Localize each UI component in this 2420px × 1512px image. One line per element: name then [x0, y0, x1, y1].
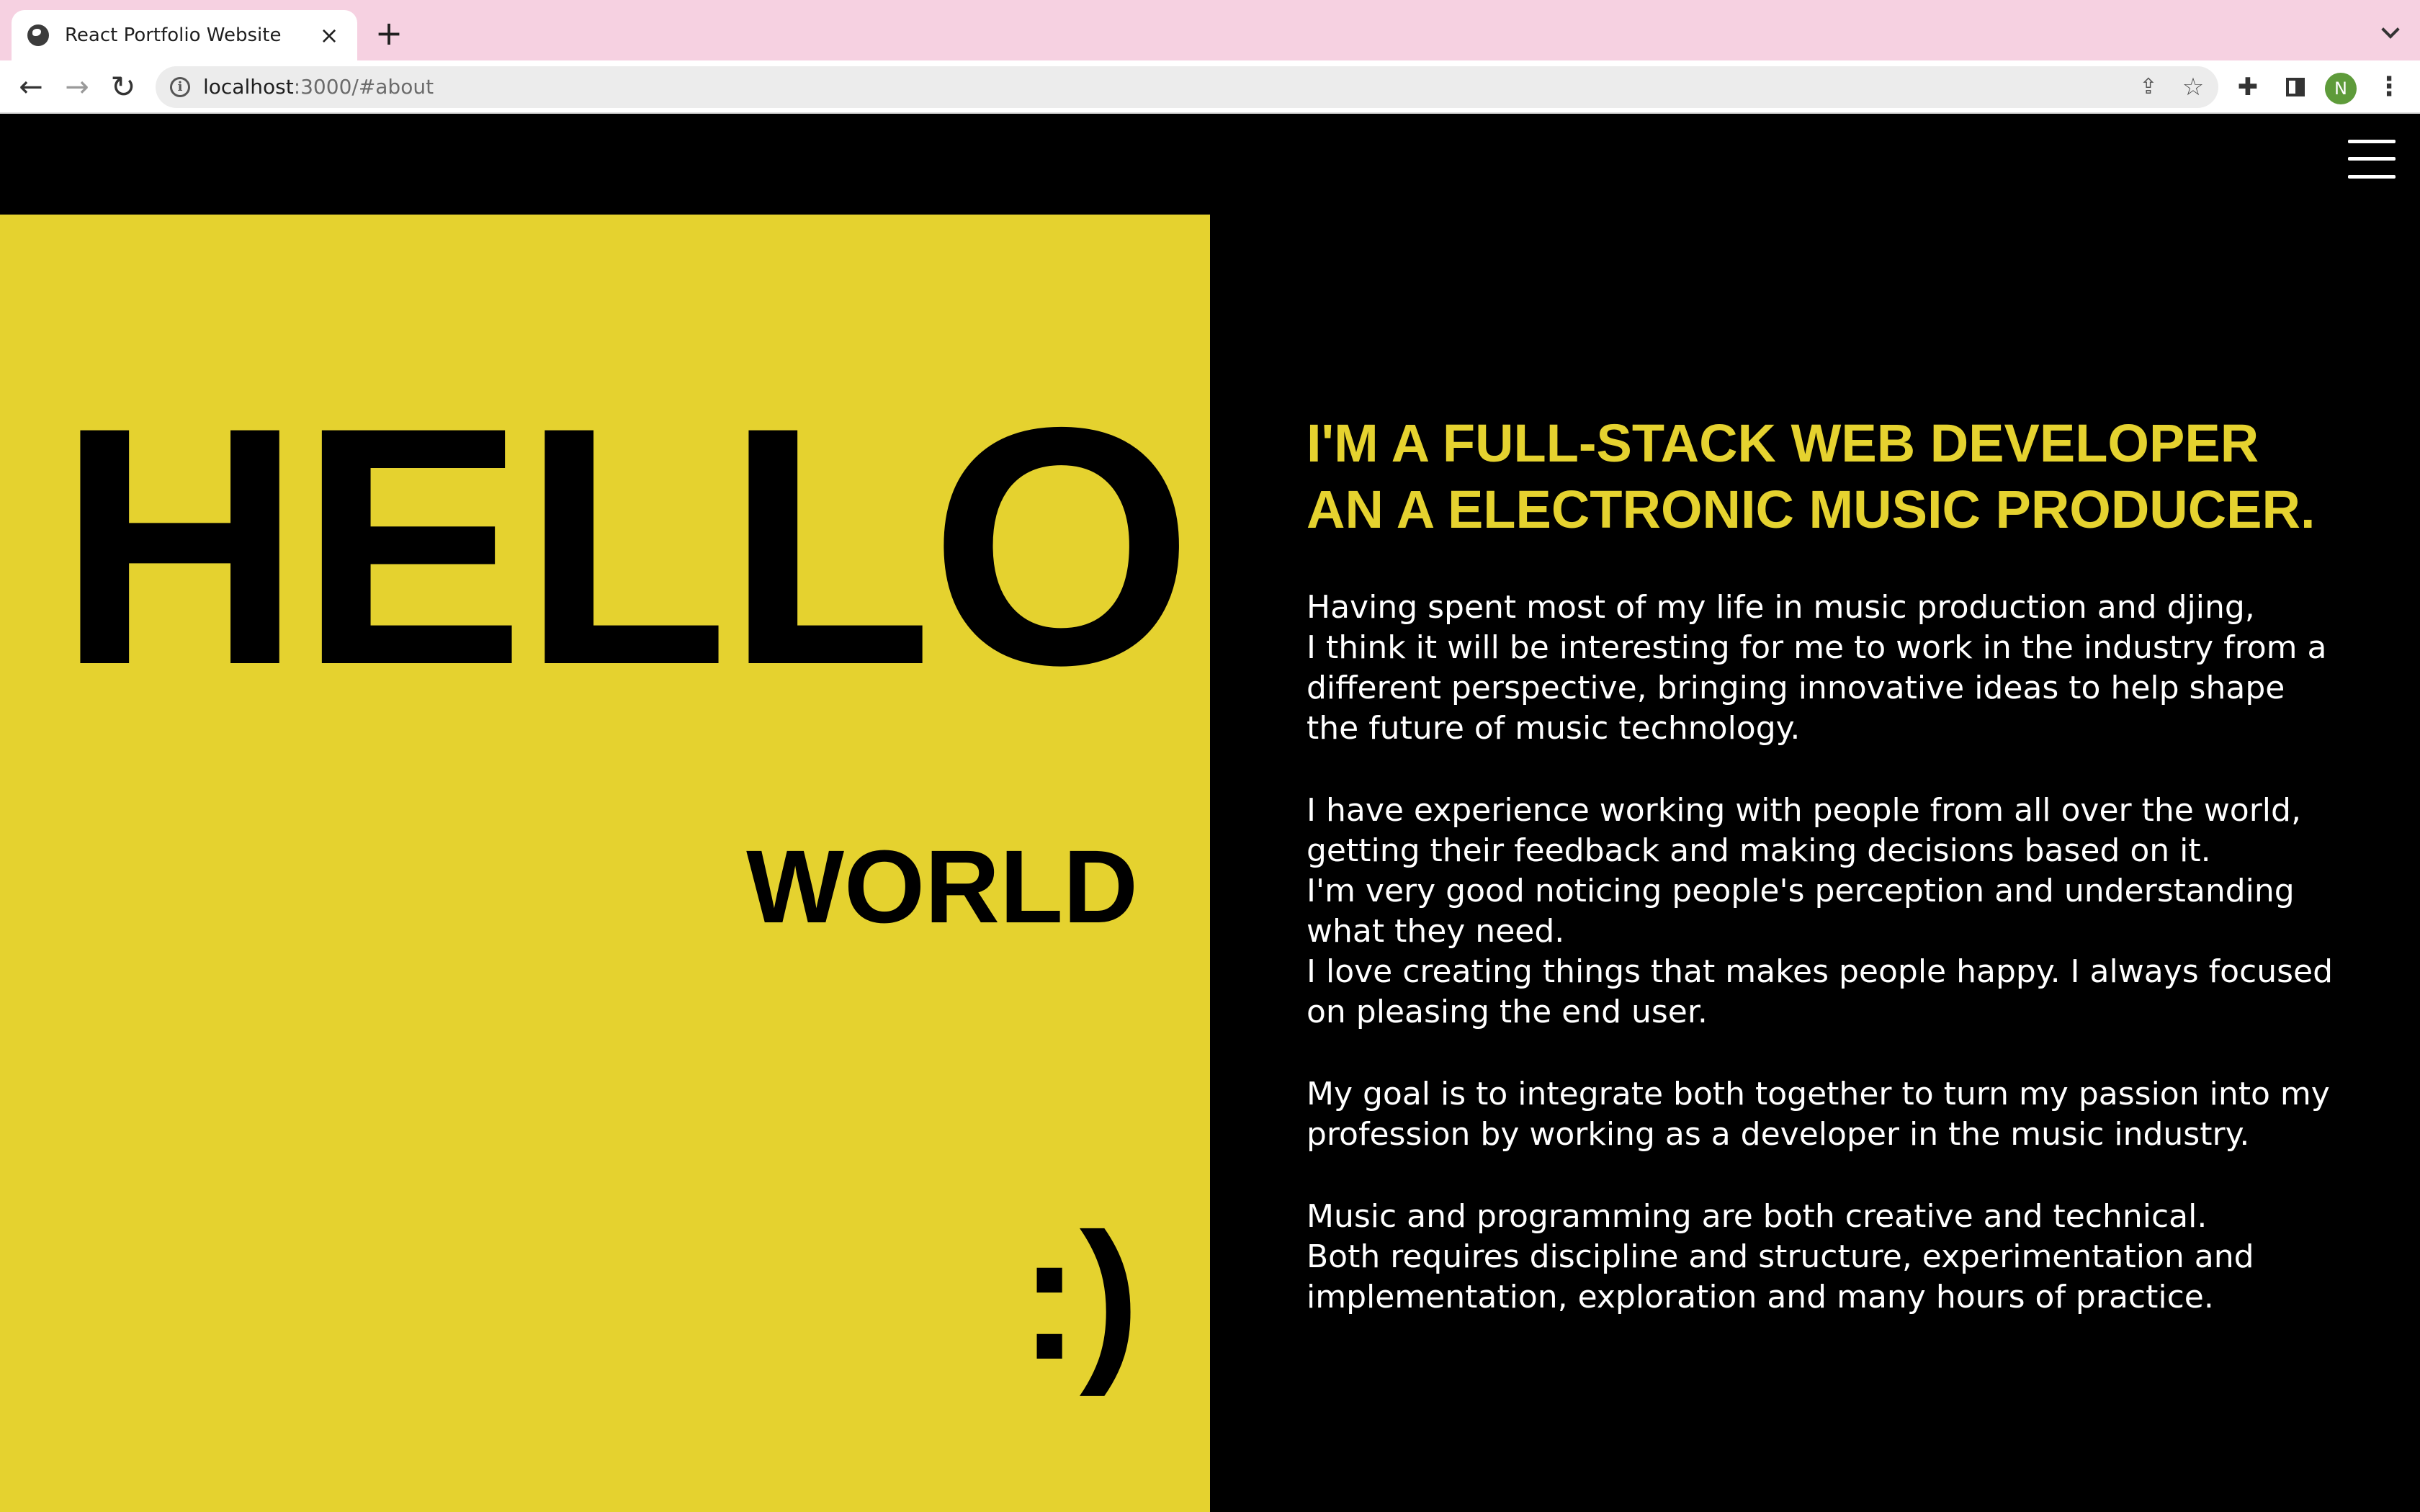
headline: I'M A FULL-STACK WEB DEVELOPER AN A ELEC… — [1307, 410, 2372, 543]
world-heading: WORLD — [746, 829, 1138, 945]
paragraph-line: Music and programming are both creative … — [1307, 1198, 2208, 1235]
share-icon[interactable]: ⇪ — [2135, 73, 2162, 101]
paragraph-line: I have experience working with people fr… — [1307, 792, 2301, 829]
paragraph-line: getting their feedback and making decisi… — [1307, 832, 2211, 869]
hello-heading: HELLO — [58, 357, 1193, 735]
smiley-text: :) — [1019, 1196, 1139, 1397]
paragraph-line: I love creating things that makes people… — [1307, 953, 2334, 990]
tab-strip: React Portfolio Website × + — [0, 0, 2420, 60]
paragraph-line: I'm very good noticing people's percepti… — [1307, 873, 2295, 909]
url-text[interactable]: localhost:3000/#about — [203, 73, 434, 101]
about-paragraph: My goal is to integrate both together to… — [1307, 1074, 2372, 1155]
hello-panel: HELLO WORLD :) — [0, 215, 1210, 1512]
paragraph-line: different perspective, bringing innovati… — [1307, 670, 2285, 706]
browser-menu-icon[interactable]: ⋮ — [2372, 71, 2406, 104]
tab-title: React Portfolio Website — [65, 24, 282, 46]
reload-icon[interactable]: ↻ — [107, 71, 140, 104]
url-path: :3000/#about — [293, 75, 434, 99]
about-paragraph: Music and programming are both creative … — [1307, 1197, 2372, 1318]
extensions-puzzle-icon[interactable]: ✚ — [2231, 71, 2264, 104]
paragraph-line: Both requires discipline and structure, … — [1307, 1238, 2254, 1275]
back-arrow-icon[interactable]: ← — [14, 71, 48, 104]
bookmark-star-icon[interactable]: ☆ — [2179, 73, 2207, 101]
paragraph-line: Having spent most of my life in music pr… — [1307, 589, 2255, 626]
forward-arrow-icon[interactable]: → — [60, 71, 94, 104]
about-paragraph: I have experience working with people fr… — [1307, 791, 2372, 1032]
paragraph-line: My goal is to integrate both together to… — [1307, 1076, 2330, 1112]
paragraph-line: the future of music technology. — [1307, 710, 1801, 747]
headline-line: AN A ELECTRONIC MUSIC PRODUCER. — [1307, 480, 2316, 539]
hamburger-menu-icon[interactable] — [2348, 140, 2396, 179]
about-section: I'M A FULL-STACK WEB DEVELOPER AN A ELEC… — [1307, 410, 2372, 1359]
address-bar[interactable]: i localhost:3000/#about ⇪ ☆ — [156, 66, 2218, 108]
paragraph-line: implementation, exploration and many hou… — [1307, 1279, 2214, 1315]
tab-search-chevron-icon[interactable] — [2380, 20, 2401, 42]
about-page: HELLO WORLD :) I'M A FULL-STACK WEB DEVE… — [0, 114, 2420, 1512]
tab-close-icon[interactable]: × — [317, 23, 341, 48]
browser-toolbar: ← → ↻ i localhost:3000/#about ⇪ ☆ ✚ N ⋮ — [0, 60, 2420, 114]
browser-tab[interactable]: React Portfolio Website × — [12, 10, 357, 60]
globe-icon — [27, 24, 49, 46]
paragraph-line: profession by working as a developer in … — [1307, 1116, 2250, 1153]
paragraph-line: I think it will be interesting for me to… — [1307, 629, 2327, 666]
paragraph-line: what they need. — [1307, 913, 1565, 950]
headline-line: I'M A FULL-STACK WEB DEVELOPER — [1307, 413, 2259, 473]
url-host: localhost — [203, 75, 294, 99]
paragraph-line: on pleasing the end user. — [1307, 994, 1708, 1030]
site-info-icon[interactable]: i — [170, 77, 190, 97]
profile-avatar[interactable]: N — [2325, 73, 2357, 104]
side-panel-icon[interactable] — [2279, 71, 2312, 104]
about-paragraphs: Having spent most of my life in music pr… — [1307, 588, 2372, 1318]
about-paragraph: Having spent most of my life in music pr… — [1307, 588, 2372, 749]
new-tab-button[interactable]: + — [373, 17, 405, 50]
